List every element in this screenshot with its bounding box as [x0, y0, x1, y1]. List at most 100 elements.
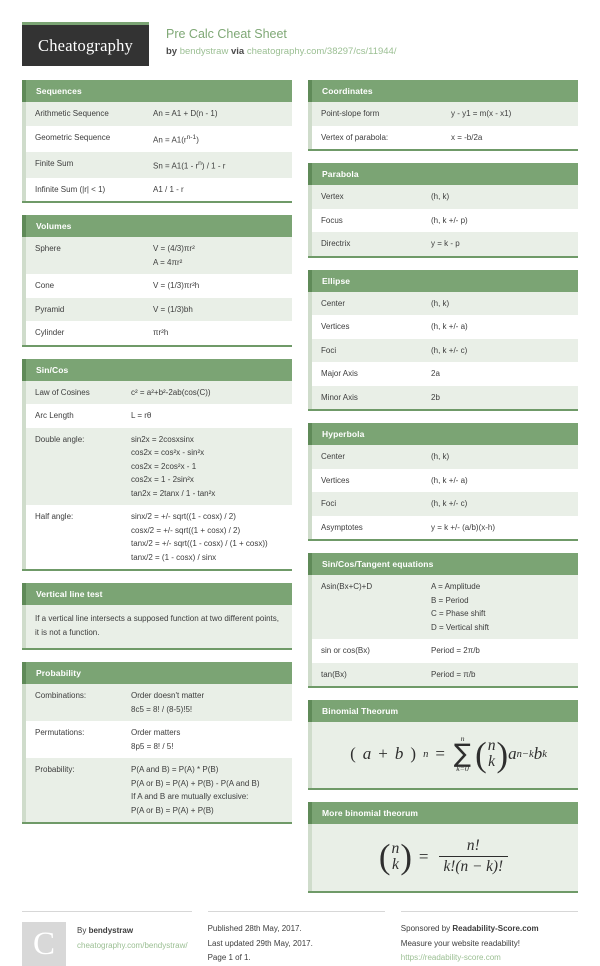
row-value: x = -b/2a	[451, 131, 482, 145]
card-title: Vertical line test	[22, 583, 292, 606]
table-row: Arc Length L = rθ	[26, 404, 292, 428]
row-label: Minor Axis	[321, 392, 358, 402]
footer-author-url[interactable]: cheatography.com/bendystraw/	[77, 939, 188, 954]
card-title: Ellipse	[308, 269, 578, 292]
table-row: Geometric Sequence An = A1(rn-1)	[26, 125, 292, 152]
row-value-line: cos2x = 1 - 2sin²x	[131, 475, 194, 485]
card-title: Sin/Cos/Tangent equations	[308, 553, 578, 575]
card-body: Vertex (h, k) Focus (h, k +/- p) Directrix y …	[308, 185, 578, 256]
row-value-line: 2a	[431, 369, 440, 378]
sponsor-name[interactable]: Readability-Score.com	[452, 924, 538, 933]
table-row: Sphere V = (4/3)πr² A = 4πr²	[26, 237, 292, 275]
logo-text: Cheatography	[38, 35, 133, 55]
card: Coordinates Point-slope form y - y1 = m(x …	[308, 80, 578, 151]
row-value: Period = π/b	[431, 668, 475, 682]
table-row: Law of Cosines c² = a²+b²-2ab(cos(C))	[26, 380, 292, 405]
row-value-line: πr²h	[153, 328, 169, 338]
published-date: Published 28th May, 2017.	[207, 924, 302, 934]
table-row: Probability: P(A and B) = P(A) * P(B) P(A …	[26, 758, 292, 823]
card-body: Arithmetic Sequence An = A1 + D(n - 1) Geo…	[22, 102, 292, 202]
sponsor-url[interactable]: https://readability-score.com	[401, 951, 539, 966]
row-value-line: (h, k +/- p)	[431, 215, 468, 225]
cheat-sheet-page: Cheatography Pre Calc Cheat Sheet by ben…	[0, 0, 600, 966]
row-value-line: D = Vertical shift	[431, 622, 490, 632]
row-value-line: cos2x = cos²x - sin²x	[131, 448, 205, 458]
row-value: πr²h	[153, 326, 168, 340]
row-label: Double angle:	[35, 434, 85, 444]
row-value-line: A1 / 1 - r	[153, 184, 184, 194]
byline-source-link[interactable]: cheatography.com/38297/cs/11944/	[247, 46, 397, 57]
row-label: Arithmetic Sequence	[35, 109, 109, 118]
row-value: c² = a²+b²-2ab(cos(C))	[131, 386, 211, 400]
row-label: Sphere	[35, 244, 61, 254]
right-column: Coordinates Point-slope form y - y1 = m(x …	[308, 80, 578, 905]
row-value-line: (h, k +/- a)	[431, 475, 468, 485]
row-value-line: Sn = A1(1 - rn) / 1 - r	[153, 159, 226, 171]
card: Sin/Cos Law of Cosines c² = a²+b²-2ab(cos(…	[22, 358, 292, 572]
card-title: Hyperbola	[308, 423, 578, 445]
formula-render: (n k) = n! k!(n − k)!	[312, 824, 578, 892]
cheatography-logo[interactable]: Cheatography	[22, 22, 149, 66]
table-row: Point-slope form y - y1 = m(x - x1)	[312, 102, 578, 126]
row-value: (h, k +/- c)	[431, 497, 467, 511]
row-value: sinx/2 = +/- sqrt((1 - cosx) / 2) cosx/2 …	[131, 510, 268, 564]
table-row: Finite Sum Sn = A1(1 - rn) / 1 - r	[26, 151, 292, 178]
table-row: Vertices (h, k +/- a)	[312, 468, 578, 492]
table-row: sin or cos(Bx) Period = 2π/b	[312, 639, 578, 663]
sponsor-line: Sponsored by Readability-Score.com	[401, 922, 539, 937]
row-label: Cylinder	[35, 328, 65, 338]
page-header: Cheatography Pre Calc Cheat Sheet by ben…	[22, 0, 578, 80]
byline-by-label: by	[166, 46, 178, 57]
card-body: (n k) = n! k!(n − k)!	[308, 824, 578, 892]
formula-card: Binomial Theorum(a + b) n = n ∑ k=0(n k) a n−k b k	[308, 700, 578, 791]
row-value-line: V = (4/3)πr²	[153, 244, 195, 254]
table-row: Major Axis 2a	[312, 362, 578, 386]
card-body: Point-slope form y - y1 = m(x - x1) Vertex…	[308, 102, 578, 149]
row-label: Major Axis	[321, 369, 358, 378]
row-value-line: tan2x = 2tanx / 1 - tan²x	[131, 488, 216, 498]
row-value-line: V = (1/3)bh	[153, 304, 193, 314]
card: Volumes Sphere V = (4/3)πr² A = 4πr² Cone V =…	[22, 215, 292, 347]
row-value-line: Order matters	[131, 728, 181, 738]
row-value: V = (4/3)πr² A = 4πr²	[153, 242, 195, 269]
row-value: Order matters 8p5 = 8! / 5!	[131, 726, 180, 753]
row-value-line: P(A or B) = P(A) + P(B) - P(A and B)	[131, 778, 260, 788]
footer-dates-block: Published 28th May, 2017. Last updated 2…	[207, 911, 385, 966]
row-value: Sn = A1(1 - rn) / 1 - r	[153, 157, 225, 173]
table-row: Foci (h, k +/- c)	[312, 338, 578, 362]
table-row: Double angle: sin2x = 2cosxsinx cos2x = co…	[26, 427, 292, 506]
row-value-line: A = 4πr²	[153, 257, 183, 267]
row-value-line: (h, k)	[431, 192, 450, 201]
row-value-line: P(A or B) = P(A) + P(B)	[131, 805, 214, 815]
card: Sin/Cos/Tangent equations Asin(Bx+C)+D A =…	[308, 553, 578, 688]
row-value-line: 2b	[431, 392, 440, 402]
row-label: tan(Bx)	[321, 669, 347, 679]
byline-author-link[interactable]: bendystraw	[180, 46, 229, 57]
row-label: Finite Sum	[35, 158, 74, 168]
row-label: Vertex	[321, 192, 344, 201]
row-label: Pyramid	[35, 304, 65, 314]
row-label: Center	[321, 452, 346, 461]
row-value: sin2x = 2cosxsinx cos2x = cos²x - sin²x co…	[131, 433, 215, 501]
row-value-line: P(A and B) = P(A) * P(B)	[131, 765, 219, 775]
row-value-line: B = Period	[431, 595, 469, 605]
row-label: Directrix	[321, 239, 351, 248]
row-value-line: (h, k +/- c)	[431, 499, 468, 508]
table-row: Minor Axis 2b	[312, 385, 578, 409]
card: Parabola Vertex (h, k) Focus (h, k +/- p) Dir…	[308, 163, 578, 258]
table-row: Permutations: Order matters 8p5 = 8! / 5!	[26, 721, 292, 759]
row-value: P(A and B) = P(A) * P(B) P(A or B) = P(A)…	[131, 763, 259, 817]
row-value-line: (h, k +/- c)	[431, 345, 468, 355]
card-body: Sphere V = (4/3)πr² A = 4πr² Cone V = (1/3)π…	[22, 237, 292, 345]
row-label: Infinite Sum (|r| < 1)	[35, 184, 106, 194]
row-value: 2a	[431, 367, 440, 381]
footer-author-block: C By bendystraw cheatography.com/bendyst…	[22, 911, 192, 966]
row-value-line: 8c5 = 8! / (8-5)!5!	[131, 704, 193, 714]
row-value-line: An = A1 + D(n - 1)	[153, 109, 218, 118]
table-row: Foci (h, k +/- c)	[312, 492, 578, 516]
row-value: (h, k +/- p)	[431, 214, 468, 228]
row-value-line: c² = a²+b²-2ab(cos(C))	[131, 387, 211, 397]
row-value: y = k - p	[431, 237, 460, 251]
row-value: L = rθ	[131, 409, 151, 423]
row-value: y - y1 = m(x - x1)	[451, 107, 511, 121]
